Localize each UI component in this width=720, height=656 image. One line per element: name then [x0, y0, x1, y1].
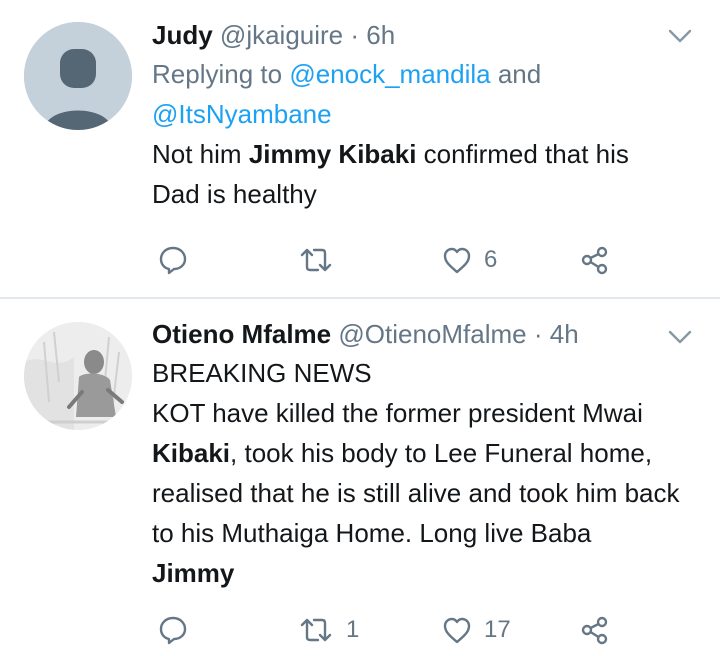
- display-name[interactable]: Judy: [152, 20, 213, 50]
- username[interactable]: @OtienoMfalme: [338, 319, 526, 349]
- tweet-text: Not him Jimmy Kibaki confirmed that his …: [152, 134, 680, 214]
- mention-link[interactable]: @enock_mandila: [289, 59, 490, 89]
- tweet-header: Judy @jkaiguire · 6h: [152, 18, 680, 52]
- reply-button[interactable]: [158, 240, 200, 280]
- retweet-button[interactable]: 1: [298, 610, 359, 650]
- replying-to-and: and: [497, 59, 542, 89]
- heart-icon: [443, 247, 471, 274]
- like-button[interactable]: 17: [442, 610, 511, 650]
- separator: ·: [533, 319, 543, 349]
- timestamp[interactable]: 6h: [366, 20, 395, 50]
- heart-icon: [443, 617, 471, 644]
- reply-icon: [159, 616, 187, 645]
- like-count: 17: [484, 616, 511, 643]
- chevron-down-icon[interactable]: [668, 329, 692, 345]
- replying-to: Replying to @enock_mandila and @ItsNyamb…: [152, 54, 680, 134]
- retweet-icon: [300, 248, 332, 272]
- share-button[interactable]: [580, 610, 610, 650]
- tweet-text-bold: Jimmy Kibaki: [248, 139, 417, 169]
- tweet-text-line: BREAKING NEWS: [152, 358, 372, 388]
- display-name[interactable]: Otieno Mfalme: [152, 319, 331, 349]
- tweet-actions: 1 17: [152, 610, 632, 650]
- retweet-icon: [300, 618, 332, 642]
- share-icon: [581, 616, 608, 645]
- tweet-text-part: , took his body to Lee Funeral home, rea…: [152, 438, 680, 548]
- like-count: 6: [484, 246, 498, 273]
- avatar[interactable]: [24, 322, 132, 430]
- chevron-down-icon[interactable]: [668, 28, 692, 44]
- tweet[interactable]: Otieno Mfalme @OtienoMfalme · 4h BREAKIN…: [0, 299, 720, 656]
- timestamp[interactable]: 4h: [550, 319, 579, 349]
- reply-button[interactable]: [158, 610, 200, 650]
- tweet-body: Otieno Mfalme @OtienoMfalme · 4h BREAKIN…: [152, 317, 680, 593]
- profile-photo: [24, 322, 132, 430]
- tweet-body: Judy @jkaiguire · 6h Replying to @enock_…: [152, 18, 680, 214]
- username[interactable]: @jkaiguire: [220, 20, 343, 50]
- share-icon: [581, 246, 608, 275]
- replying-to-label: Replying to: [152, 59, 283, 89]
- tweet-header: Otieno Mfalme @OtienoMfalme · 4h: [152, 317, 680, 351]
- tweet-actions: 6: [152, 240, 632, 280]
- separator: ·: [350, 20, 360, 50]
- avatar-default[interactable]: [24, 22, 132, 130]
- retweet-count: 1: [346, 616, 360, 643]
- tweet-text-bold: Jimmy: [152, 558, 235, 588]
- tweet-text: BREAKING NEWS KOT have killed the former…: [152, 353, 680, 593]
- reply-icon: [159, 246, 187, 275]
- retweet-button[interactable]: [298, 240, 346, 280]
- tweet[interactable]: Judy @jkaiguire · 6h Replying to @enock_…: [0, 0, 720, 298]
- tweet-text-part: KOT have killed the former president Mwa…: [152, 398, 643, 428]
- tweet-text-bold: Kibaki: [152, 438, 231, 468]
- share-button[interactable]: [580, 240, 610, 280]
- default-profile-icon: [24, 22, 132, 130]
- like-button[interactable]: 6: [442, 240, 497, 280]
- tweet-text-part: Not him: [152, 139, 249, 169]
- mention-link[interactable]: @ItsNyambane: [152, 99, 332, 129]
